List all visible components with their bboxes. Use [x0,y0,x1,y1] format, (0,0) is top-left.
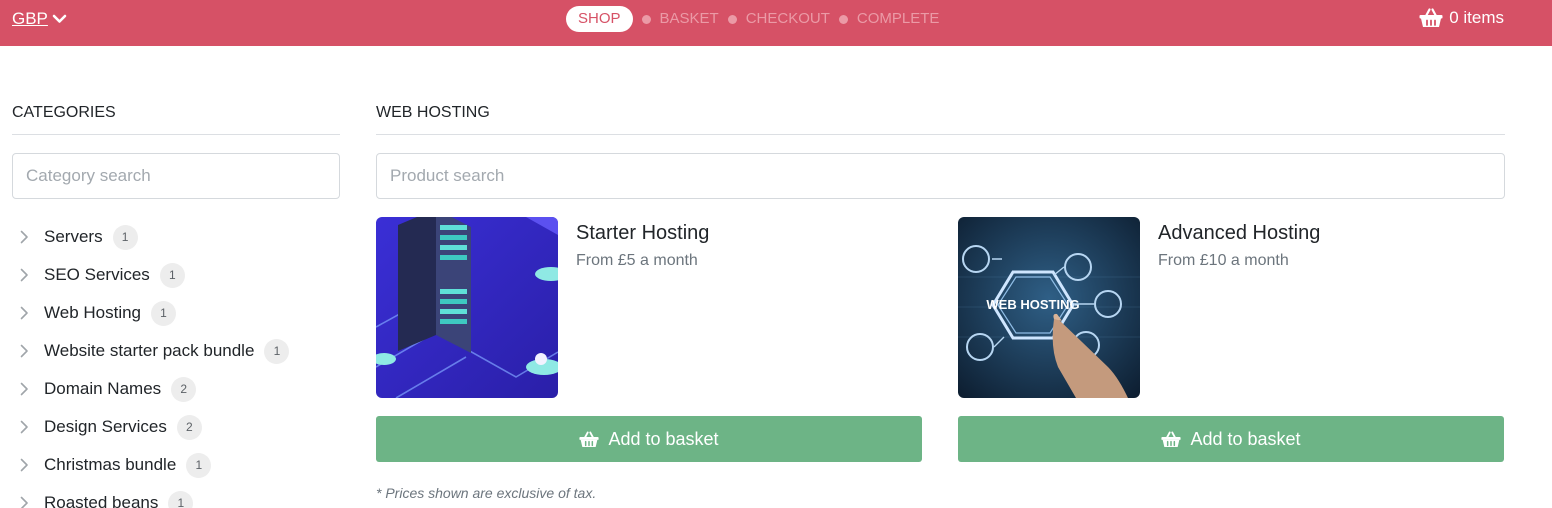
add-to-basket-label: Add to basket [1190,428,1301,449]
product-image-starter-hosting[interactable] [376,217,558,398]
category-count-badge: 1 [151,300,177,326]
category-count-badge: 2 [171,376,197,402]
products-panel: WEB HOSTING Product search Starter Hosti… [376,104,1505,501]
categories-title: CATEGORIES [12,104,340,135]
category-item-roasted-beans[interactable]: Roasted beans 1 [20,484,340,508]
chevron-right-icon [20,230,44,244]
basket-count: 0 items [1449,8,1504,27]
category-label: Roasted beans [44,493,159,508]
category-count-badge: 1 [112,224,138,250]
product-grid: Starter Hosting From £5 a month Add to b… [376,217,1505,463]
category-heading: WEB HOSTING [376,104,1505,135]
step-shop[interactable]: SHOP [566,6,633,32]
chevron-right-icon [20,268,44,282]
top-bar: GBP SHOP BASKET CHECKOUT COMPLETE 0 item… [0,0,1552,46]
category-search-input[interactable] [12,153,340,199]
category-item-domain-names[interactable]: Domain Names 2 [20,370,340,408]
category-count-badge: 1 [168,490,194,508]
product-price: From £10 a month [1158,252,1289,269]
hexagon-label: WEB HOSTING [986,297,1079,312]
add-to-basket-button[interactable]: Add to basket [376,416,922,462]
product-image-advanced-hosting[interactable]: WEB HOSTING [958,217,1140,398]
chevron-right-icon [20,496,44,508]
category-item-christmas-bundle[interactable]: Christmas bundle 1 [20,446,340,484]
category-count-badge: 1 [186,452,212,478]
basket-icon [579,431,600,447]
category-label: Web Hosting [44,303,142,322]
chevron-right-icon [20,306,44,320]
chevron-down-icon [52,14,67,23]
category-list: Servers 1 SEO Services 1 Web Hosting 1 W… [12,218,340,508]
product-search-input[interactable] [376,153,1505,199]
chevron-right-icon [20,458,44,472]
category-item-servers[interactable]: Servers 1 [20,218,340,256]
chevron-right-icon [20,420,44,434]
checkout-steps: SHOP BASKET CHECKOUT COMPLETE [566,6,939,32]
category-label: Servers [44,227,103,246]
step-separator-dot [838,14,848,24]
currency-selector[interactable]: GBP [12,9,67,29]
category-label: SEO Services [44,265,150,284]
category-item-design-services[interactable]: Design Services 2 [20,408,340,446]
add-to-basket-label: Add to basket [608,428,719,449]
chevron-right-icon [20,382,44,396]
web-hosting-touch-illustration: WEB HOSTING [958,217,1140,398]
currency-code: GBP [12,9,48,28]
isometric-server-illustration [376,217,558,398]
step-checkout: CHECKOUT [745,10,830,27]
step-complete: COMPLETE [856,10,940,27]
product-name[interactable]: Advanced Hosting [1158,222,1320,245]
category-item-seo-services[interactable]: SEO Services 1 [20,256,340,294]
category-label: Design Services [44,417,167,436]
category-item-website-starter-pack[interactable]: Website starter pack bundle 1 [20,332,340,370]
chevron-right-icon [20,344,44,358]
step-separator-dot [641,14,651,24]
add-to-basket-button[interactable]: Add to basket [958,416,1504,462]
category-item-web-hosting[interactable]: Web Hosting 1 [20,294,340,332]
categories-panel: CATEGORIES Servers 1 SEO Services 1 Web … [12,104,340,508]
category-count-badge: 1 [159,262,185,288]
basket-icon [1419,8,1443,27]
basket-icon [1161,431,1182,447]
tax-note: * Prices shown are exclusive of tax. [376,485,597,501]
step-basket: BASKET [659,10,719,27]
product-price: From £5 a month [576,252,698,269]
category-label: Domain Names [44,379,162,398]
category-count-badge: 2 [176,414,202,440]
category-label: Website starter pack bundle [44,341,255,360]
step-separator-dot [727,14,737,24]
category-count-badge: 1 [264,338,290,364]
product-name[interactable]: Starter Hosting [576,222,709,245]
basket-summary-link[interactable]: 0 items [1419,8,1504,28]
category-label: Christmas bundle [44,455,177,474]
